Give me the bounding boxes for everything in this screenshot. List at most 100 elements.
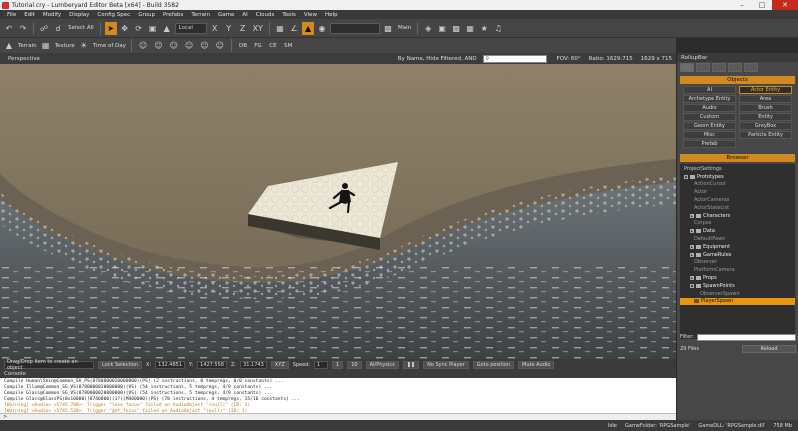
menu-tools[interactable]: Tools	[278, 12, 300, 18]
axis-z-button[interactable]: Z	[237, 22, 249, 35]
sm-button[interactable]: SM	[282, 39, 294, 52]
object-type-actor-entity[interactable]: Actor Entity	[739, 86, 792, 94]
snap-angle-icon[interactable]: ∠	[288, 22, 300, 35]
xyz-toggle[interactable]: XYZ	[270, 360, 289, 369]
expand-icon[interactable]: +	[690, 229, 694, 234]
lock-selection-button[interactable]: Lock Selection	[98, 360, 143, 369]
redo-icon[interactable]: ↷	[17, 22, 29, 35]
menu-modify[interactable]: Modify	[39, 12, 65, 18]
pause-icon[interactable]: ❚❚	[402, 360, 420, 369]
minimize-button[interactable]: –	[732, 0, 752, 10]
object-type-archetype-entity[interactable]: Archetype Entity	[683, 95, 736, 103]
object-type-greybox[interactable]: GreyBox	[739, 122, 792, 130]
tree-item[interactable]: DefaultPawn	[680, 235, 795, 243]
object-type-brush[interactable]: Brush	[739, 104, 792, 112]
camera-icon[interactable]: ◉	[316, 22, 328, 35]
goto-position-button[interactable]: Goto position	[472, 360, 515, 369]
tree-item[interactable]: ActionCursor	[680, 181, 795, 189]
character-icon[interactable]: ☺	[168, 39, 180, 52]
terrain-collision-icon[interactable]: ▲	[302, 21, 315, 35]
tree-folder[interactable]: - SpawnPoints	[680, 282, 795, 290]
tree-item[interactable]: ProjectSettings	[680, 165, 795, 173]
db-button[interactable]: DB	[237, 39, 249, 52]
fg-button[interactable]: FG	[252, 39, 264, 52]
objects-tab-icon[interactable]	[680, 63, 694, 72]
object-type-misc[interactable]: Misc	[683, 131, 736, 139]
speed-step-10[interactable]: 10	[347, 360, 362, 369]
character-icon[interactable]: ☺	[152, 39, 164, 52]
menu-edit[interactable]: Edit	[20, 12, 39, 18]
ai-icon[interactable]: ★	[478, 22, 490, 35]
menu-help[interactable]: Help	[321, 12, 342, 18]
entity-browser-tree[interactable]: ProjectSettings - Prototypes ActionCursor…	[680, 164, 795, 339]
follow-terrain-icon[interactable]: ▲	[161, 22, 173, 35]
display-tab-icon[interactable]	[728, 63, 742, 72]
console-input[interactable]: >	[0, 413, 676, 420]
menu-config-spec[interactable]: Config Spec	[93, 12, 134, 18]
x-coordinate-field[interactable]: 132.4851	[155, 360, 186, 369]
tree-folder[interactable]: + Props	[680, 274, 795, 282]
tree-folder[interactable]: + GameRules	[680, 251, 795, 259]
mute-audio-button[interactable]: Mute Audio	[518, 360, 555, 369]
menu-view[interactable]: View	[300, 12, 321, 18]
audio-icon[interactable]: ♫	[492, 22, 504, 35]
undo-icon[interactable]: ↶	[3, 22, 15, 35]
layer-lock-icon[interactable]: ▩	[382, 22, 394, 35]
z-coordinate-field[interactable]: 31.1743	[240, 360, 267, 369]
time-of-day-button[interactable]: Time of Day	[93, 43, 126, 49]
flowgraph-icon[interactable]: ▩	[450, 22, 462, 35]
rotate-tool-icon[interactable]: ⟳	[133, 22, 145, 35]
speed-step-1[interactable]: 1	[332, 360, 344, 369]
ce-button[interactable]: CE	[267, 39, 279, 52]
collapse-icon[interactable]: -	[684, 174, 688, 179]
expand-icon[interactable]: +	[690, 213, 694, 218]
layers-tab-icon[interactable]	[744, 63, 758, 72]
select-all-button[interactable]: Select All	[66, 22, 96, 35]
menu-display[interactable]: Display	[65, 12, 93, 18]
menu-prefabs[interactable]: Prefabs	[159, 12, 187, 18]
axis-xy-button[interactable]: XY	[251, 22, 265, 35]
tree-folder[interactable]: - Prototypes	[680, 173, 795, 181]
snap-grid-icon[interactable]: ▦	[274, 22, 286, 35]
speed-field[interactable]: 1	[314, 360, 329, 369]
tree-item[interactable]: ActorStateList	[680, 204, 795, 212]
axis-y-button[interactable]: Y	[223, 22, 235, 35]
console-output[interactable]: Compile Human\Skin@Common_SV_PS(87800000…	[0, 378, 676, 416]
viewport-search-input[interactable]: ⚲	[482, 54, 547, 63]
object-type-entity[interactable]: Entity	[739, 113, 792, 121]
modeling-tab-icon[interactable]	[712, 63, 726, 72]
filter-input[interactable]	[696, 333, 796, 341]
tree-folder[interactable]: + Data	[680, 227, 795, 235]
terrain-tab-icon[interactable]	[696, 63, 710, 72]
layer-select[interactable]	[330, 22, 381, 34]
tree-item[interactable]: ActorCameras	[680, 196, 795, 204]
menu-ai[interactable]: AI	[238, 12, 251, 18]
objects-panel-title[interactable]: Objects	[680, 76, 795, 84]
ai-physics-button[interactable]: AI/Physics	[365, 360, 399, 369]
tree-item[interactable]: ObserverSpawn	[680, 290, 795, 298]
menu-game[interactable]: Game	[214, 12, 238, 18]
maximize-button[interactable]: □	[752, 0, 772, 10]
object-type-area[interactable]: Area	[739, 95, 792, 103]
object-type-geom-entity[interactable]: Geom Entity	[683, 122, 736, 130]
move-tool-icon[interactable]: ✥	[119, 22, 131, 35]
database-icon[interactable]: ▦	[464, 22, 476, 35]
character-icon[interactable]: ☺	[198, 39, 210, 52]
tree-item[interactable]: Corpse	[680, 220, 795, 228]
tree-folder[interactable]: + Characters	[680, 212, 795, 220]
coord-system-select[interactable]: Local	[174, 22, 207, 34]
expand-icon[interactable]: +	[690, 276, 694, 281]
axis-x-button[interactable]: X	[209, 22, 221, 35]
link-icon[interactable]: ☍	[38, 22, 50, 35]
material-editor-icon[interactable]: ◈	[422, 22, 434, 35]
tree-item[interactable]: PlatformCamera	[680, 266, 795, 274]
object-type-audio[interactable]: Audio	[683, 104, 736, 112]
terrain-button[interactable]: Terrain	[18, 43, 37, 49]
object-type-prefab[interactable]: Prefab	[683, 140, 736, 148]
scale-tool-icon[interactable]: ▣	[147, 22, 159, 35]
menu-group[interactable]: Group	[134, 12, 159, 18]
character-icon[interactable]: ☺	[137, 39, 149, 52]
lod-icon[interactable]: ▣	[436, 22, 448, 35]
texture-icon[interactable]: ▦	[40, 39, 52, 52]
browser-panel-title[interactable]: Browser	[680, 154, 795, 162]
